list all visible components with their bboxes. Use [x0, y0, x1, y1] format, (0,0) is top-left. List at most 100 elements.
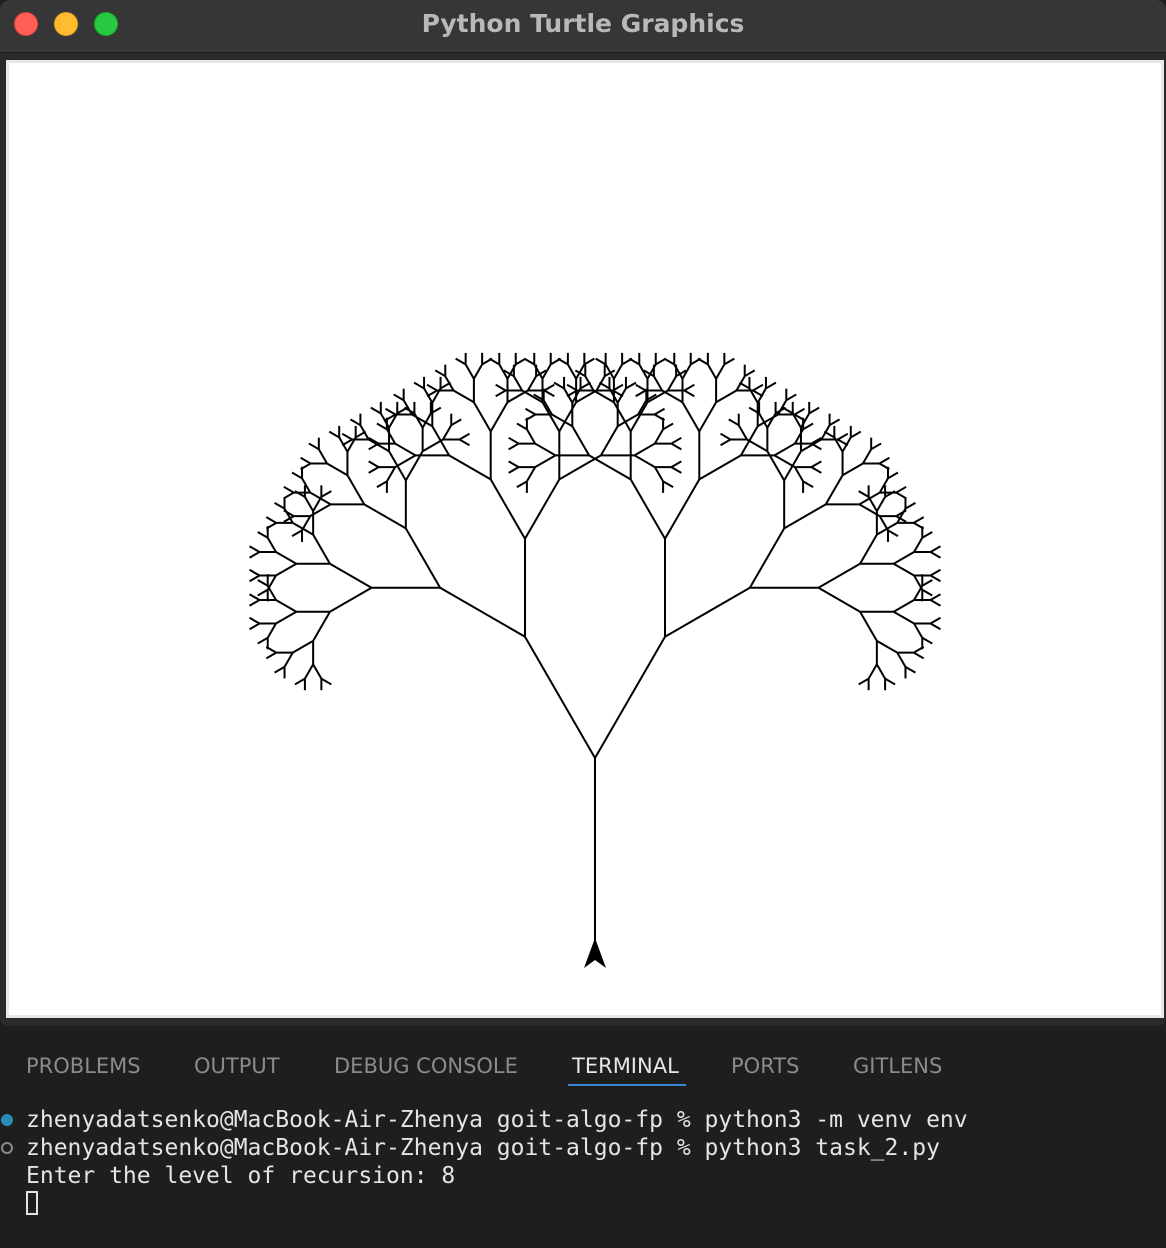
tree-branch [810, 460, 822, 468]
tree-branch [265, 651, 277, 660]
tree-branch [635, 389, 647, 398]
tree-branch [744, 369, 756, 378]
tree-branch [308, 442, 320, 451]
tree-branch [633, 442, 656, 457]
tree-branch [265, 516, 277, 524]
tab-output[interactable]: OUTPUT [194, 1048, 280, 1084]
tree-branch [802, 480, 814, 488]
tree-branch [516, 480, 528, 488]
window-title: Python Turtle Graphics [421, 9, 745, 38]
tree-branch [523, 357, 535, 366]
tree-branch [829, 418, 841, 427]
tree-branch [301, 477, 312, 494]
tree-branch [862, 448, 873, 464]
tree-branch [858, 490, 870, 498]
tree-branch [634, 454, 656, 468]
tree-branch [746, 438, 768, 453]
tree-branch [526, 466, 536, 482]
tree-branch [749, 527, 786, 589]
tree-branch [664, 478, 701, 540]
tree-branch [265, 522, 277, 530]
tree-branch [794, 407, 806, 416]
tree-branch [464, 363, 475, 380]
tree-branch [930, 545, 941, 553]
tree-branch [765, 381, 777, 390]
tree-branch [283, 485, 295, 494]
tree-branch [534, 442, 557, 457]
tab-ports[interactable]: PORTS [731, 1048, 799, 1084]
tree-branch [248, 622, 260, 631]
tree-branch [292, 640, 314, 654]
tree-branch [346, 474, 366, 505]
command-running-icon [1, 1142, 13, 1154]
tree-branch [376, 480, 388, 488]
turtle-canvas[interactable] [9, 63, 1161, 1015]
tree-branch [697, 357, 709, 366]
tree-branch [571, 425, 590, 456]
tree-branch [635, 383, 647, 392]
tree-branch [653, 375, 663, 391]
tree-branch [248, 599, 260, 607]
tree-branch [349, 418, 361, 427]
tree-branch [524, 478, 561, 540]
panel-tabs: PROBLEMS OUTPUT DEBUG CONSOLE TERMINAL P… [0, 1048, 1166, 1088]
tree-branch [329, 586, 373, 613]
tree-branch [930, 622, 942, 631]
tree-branch [426, 383, 438, 392]
tree-branch [448, 454, 492, 481]
tree-branch [557, 357, 569, 366]
tree-branch [913, 623, 924, 639]
tree-branch [453, 389, 475, 404]
tree-branch [859, 611, 878, 642]
tree-branch [320, 490, 332, 498]
terminal-cursor[interactable] [26, 1191, 38, 1215]
tree-branch [394, 454, 416, 468]
tab-debug-console[interactable]: DEBUG CONSOLE [334, 1048, 518, 1084]
tree-branch [893, 610, 915, 625]
tab-terminal[interactable]: TERMINAL [572, 1048, 679, 1084]
tree-branch [376, 422, 388, 431]
tree-branch [257, 636, 269, 645]
tree-branch [654, 407, 666, 416]
tree-branch [275, 562, 297, 577]
tree-branch [613, 363, 623, 380]
tree-branch [413, 381, 425, 390]
turtle-arrow-icon [584, 938, 606, 968]
tab-gitlens[interactable]: GITLENS [853, 1048, 942, 1084]
tree-branch [588, 454, 632, 481]
tree-branch [773, 442, 796, 457]
tree-branch [368, 442, 380, 451]
tab-problems[interactable]: PROBLEMS [26, 1048, 141, 1084]
tree-branch [841, 436, 852, 453]
tree-branch [878, 477, 889, 494]
tree-branch [698, 454, 742, 481]
tree-branch [516, 422, 528, 431]
tree-branch [473, 401, 492, 432]
tree-branch [312, 611, 331, 642]
tree-branch [341, 432, 353, 441]
tree-branch [625, 381, 637, 390]
tree-branch [508, 436, 520, 445]
tree-branch [737, 424, 748, 440]
tree-branch [495, 389, 507, 398]
tree-branch [930, 551, 942, 559]
tree-branch [275, 599, 297, 613]
tree-branch [508, 460, 520, 468]
tree-branch [450, 418, 462, 427]
tree-branch [720, 432, 732, 441]
window-titlebar[interactable]: Python Turtle Graphics [0, 0, 1166, 53]
tree-branch [329, 562, 373, 589]
tree-branch [249, 568, 260, 577]
tree-branch [543, 389, 555, 398]
tree-branch [921, 531, 933, 539]
terminal-line: zhenyadatsenko@MacBook-Air-Zhenya goit-a… [26, 1107, 968, 1133]
tree-branch [312, 663, 323, 680]
tree-branch [867, 496, 878, 512]
tree-branch [875, 663, 886, 680]
tree-branch [895, 485, 907, 494]
tree-branch [808, 406, 820, 415]
tree-branch [594, 636, 666, 759]
tree-branch [275, 610, 297, 625]
tree-branch [858, 677, 870, 686]
tree-branch [904, 501, 916, 510]
